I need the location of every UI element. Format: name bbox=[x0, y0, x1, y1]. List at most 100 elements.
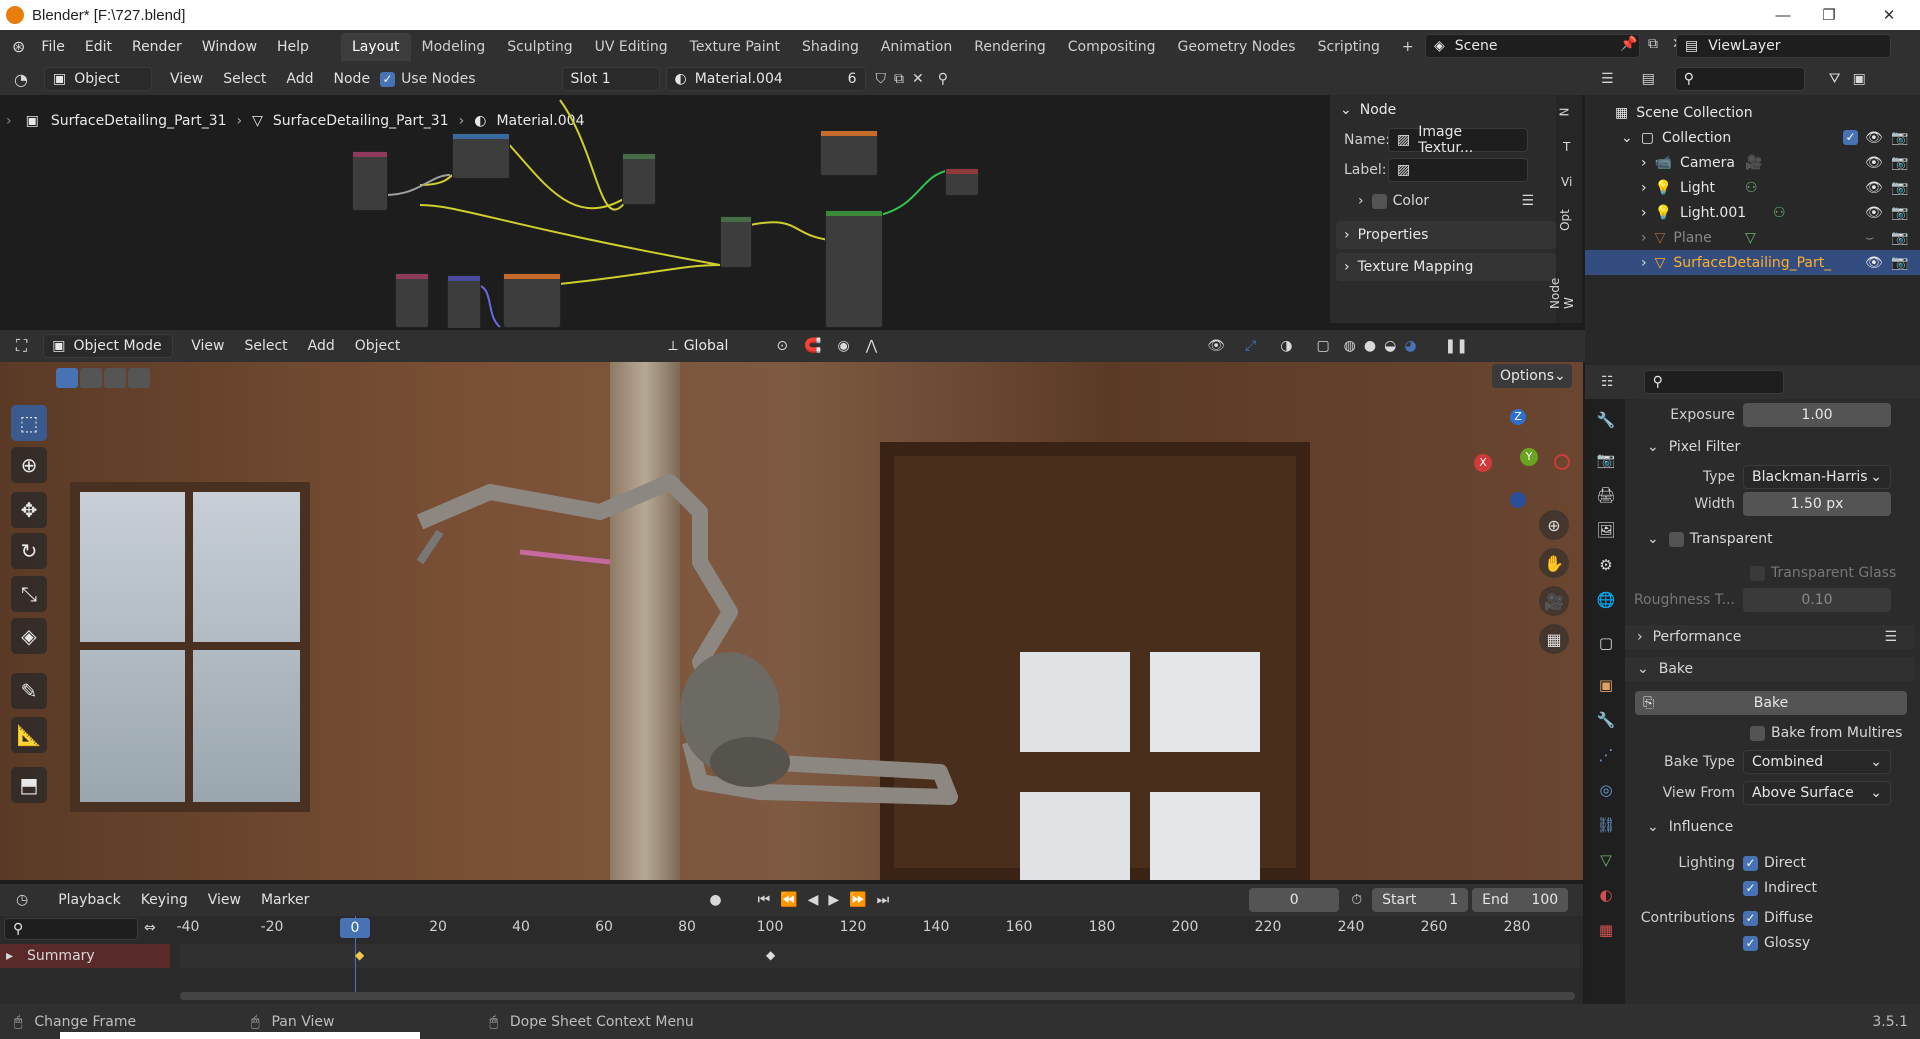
node-box[interactable] bbox=[503, 273, 561, 328]
node-name-field[interactable]: ▨ Image Textur... bbox=[1388, 124, 1528, 156]
snap-icon[interactable]: 🧲 bbox=[804, 338, 821, 354]
node-menu-node[interactable]: Node bbox=[324, 71, 381, 87]
filter-type-dropdown[interactable]: Blackman-Harris ⌄ bbox=[1743, 465, 1891, 489]
add-cube-tool-icon[interactable]: ⬒ bbox=[11, 767, 47, 803]
light-data-icon[interactable]: ⚇ bbox=[1745, 180, 1758, 196]
use-nodes-checkbox[interactable]: ✓ bbox=[380, 71, 396, 87]
gizmo-z-axis[interactable]: Z bbox=[1510, 409, 1526, 425]
gizmo-neg-z-axis[interactable] bbox=[1510, 492, 1526, 508]
outliner-row-camera[interactable]: › 📹 Camera 🎥 👁 📷 bbox=[1585, 150, 1920, 175]
node-label-field[interactable]: ▨ bbox=[1388, 158, 1528, 182]
falloff-icon[interactable]: ⋀ bbox=[866, 338, 877, 354]
gizmo-x-axis[interactable]: X bbox=[1474, 454, 1492, 472]
pixel-filter-header[interactable]: ⌄ Pixel Filter bbox=[1625, 435, 1915, 459]
tab-view[interactable]: Vi bbox=[1561, 175, 1572, 189]
tab-options[interactable]: Opt bbox=[1558, 209, 1572, 231]
select-box-tool-icon[interactable]: ⬚ bbox=[11, 405, 47, 441]
playhead[interactable]: 0 bbox=[340, 918, 370, 938]
gizmo-toggle-icon[interactable]: ⤢ bbox=[1245, 338, 1256, 354]
outliner-search[interactable]: ⚲ bbox=[1674, 67, 1805, 91]
breadcrumb-mesh[interactable]: SurfaceDetailing_Part_31 bbox=[273, 113, 449, 129]
timeline-editor-type-icon[interactable]: ◷ bbox=[16, 892, 28, 908]
visibility-icon[interactable]: 👁 bbox=[1207, 338, 1225, 354]
hide-icon[interactable]: 👁 bbox=[1865, 205, 1883, 221]
breadcrumb-material[interactable]: Material.004 bbox=[496, 113, 584, 129]
render-tab-icon[interactable]: 📷 bbox=[1595, 449, 1617, 471]
viewlayer-selector[interactable]: ▤ ViewLayer bbox=[1676, 34, 1891, 58]
end-frame-field[interactable]: End 100 bbox=[1472, 888, 1569, 912]
close-button[interactable]: ✕ bbox=[1866, 0, 1912, 30]
solid-shading-icon[interactable]: ● bbox=[1364, 338, 1376, 354]
object-type-dropdown[interactable]: ▣ Object bbox=[43, 67, 152, 91]
menu-edit[interactable]: Edit bbox=[75, 39, 122, 55]
diffuse-checkbox[interactable]: ✓ bbox=[1743, 910, 1758, 926]
timeline-search[interactable]: ⚲ bbox=[4, 918, 138, 940]
pivot-icon[interactable]: ⊙ bbox=[776, 338, 788, 354]
fake-user-icon[interactable]: ⛉ bbox=[876, 71, 887, 87]
menu-render[interactable]: Render bbox=[122, 39, 192, 55]
blender-menu-icon[interactable]: ⊛ bbox=[12, 37, 25, 56]
pan-hand-icon[interactable]: ✋ bbox=[1539, 548, 1569, 578]
outliner-row-plane[interactable]: › ▽ Plane ▽ ⌣ 📷 bbox=[1585, 225, 1920, 250]
tab-node-wrangler[interactable]: Node W bbox=[1548, 269, 1576, 309]
editor-type-icon[interactable]: ◔ bbox=[14, 70, 28, 89]
material-selector[interactable]: ◐ Material.004 6 bbox=[665, 67, 866, 91]
collection-exclude-checkbox[interactable]: ✓ bbox=[1843, 130, 1858, 145]
hide-icon[interactable]: 👁 bbox=[1865, 255, 1883, 271]
render-visibility-icon[interactable]: 📷 bbox=[1891, 230, 1908, 246]
jump-end-icon[interactable]: ⏭ bbox=[877, 892, 890, 908]
properties-editor-type-icon[interactable]: ☷ bbox=[1601, 374, 1614, 390]
transparent-checkbox[interactable] bbox=[1668, 531, 1684, 547]
tab-uv-editing[interactable]: UV Editing bbox=[584, 33, 679, 61]
color-subpanel[interactable]: › Color ☰ bbox=[1330, 185, 1562, 217]
node-box[interactable] bbox=[720, 216, 752, 268]
viewport-menu-select[interactable]: Select bbox=[234, 338, 297, 354]
world-tab-icon[interactable]: 🌐 bbox=[1595, 589, 1617, 611]
timeline-menu-playback[interactable]: Playback bbox=[48, 892, 130, 908]
color-checkbox[interactable] bbox=[1371, 193, 1387, 209]
influence-header[interactable]: ⌄ Influence bbox=[1625, 815, 1915, 839]
current-frame-field[interactable]: 0 bbox=[1249, 888, 1340, 912]
tab-modeling[interactable]: Modeling bbox=[411, 33, 497, 61]
node-box[interactable] bbox=[622, 153, 656, 205]
outliner-row-light-001[interactable]: › 💡 Light.001 ⚇ 👁 📷 bbox=[1585, 200, 1920, 225]
move-tool-icon[interactable]: ✥ bbox=[11, 492, 47, 528]
breadcrumb-object[interactable]: SurfaceDetailing_Part_31 bbox=[51, 113, 227, 129]
rotate-tool-icon[interactable]: ↻ bbox=[11, 533, 47, 569]
start-frame-field[interactable]: Start 1 bbox=[1372, 888, 1469, 912]
node-menu-view[interactable]: View bbox=[160, 71, 213, 87]
tab-layout[interactable]: Layout bbox=[340, 32, 411, 61]
rendered-shading-icon[interactable]: ◕ bbox=[1404, 338, 1416, 354]
modifier-tab-icon[interactable]: 🔧 bbox=[1595, 709, 1617, 731]
hide-icon[interactable]: 👁 bbox=[1865, 180, 1883, 196]
presets-icon[interactable]: ☰ bbox=[1884, 629, 1897, 645]
material-shading-icon[interactable]: ◒ bbox=[1384, 338, 1396, 354]
gizmo-y-axis[interactable]: Y bbox=[1520, 448, 1538, 466]
jump-keyframe-forward-icon[interactable]: ⏩ bbox=[849, 892, 866, 908]
orientation-dropdown[interactable]: ⟂ Global bbox=[660, 334, 757, 358]
render-visibility-icon[interactable]: 📷 bbox=[1891, 180, 1908, 196]
texture-mapping-subpanel[interactable]: › Texture Mapping bbox=[1336, 253, 1556, 281]
pin-node-tree-icon[interactable]: ⚲ bbox=[938, 71, 948, 87]
keyframe-marker[interactable]: ◆ bbox=[355, 948, 364, 962]
timeline-scrollbar[interactable] bbox=[180, 992, 1575, 1000]
properties-search[interactable]: ⚲ bbox=[1643, 370, 1784, 394]
timeline-menu-marker[interactable]: Marker bbox=[251, 892, 319, 908]
timeline-menu-view[interactable]: View bbox=[198, 892, 251, 908]
outliner-row-scene-collection[interactable]: ▦ Scene Collection bbox=[1585, 100, 1920, 125]
options-dropdown[interactable]: Options ⌄ bbox=[1492, 364, 1572, 388]
node-box[interactable] bbox=[352, 151, 388, 211]
object-mode-dropdown[interactable]: ▣ Object Mode bbox=[43, 334, 174, 358]
glossy-checkbox[interactable]: ✓ bbox=[1743, 935, 1758, 951]
xray-icon[interactable]: ▢ bbox=[1316, 338, 1329, 354]
jump-start-icon[interactable]: ⏮ bbox=[758, 892, 771, 908]
node-box[interactable] bbox=[945, 168, 979, 196]
scale-tool-icon[interactable]: ⤡ bbox=[11, 576, 47, 612]
viewport-editor-type-icon[interactable]: ⛶ bbox=[16, 336, 27, 356]
transparent-header[interactable]: ⌄ Transparent bbox=[1625, 527, 1915, 551]
node-panel-header[interactable]: ⌄ Node bbox=[1330, 95, 1562, 125]
bake-multires-checkbox[interactable] bbox=[1750, 725, 1765, 741]
perspective-grid-icon[interactable]: ▦ bbox=[1539, 624, 1569, 654]
view-from-dropdown[interactable]: Above Surface ⌄ bbox=[1743, 781, 1891, 805]
viewport-menu-view[interactable]: View bbox=[181, 338, 234, 354]
